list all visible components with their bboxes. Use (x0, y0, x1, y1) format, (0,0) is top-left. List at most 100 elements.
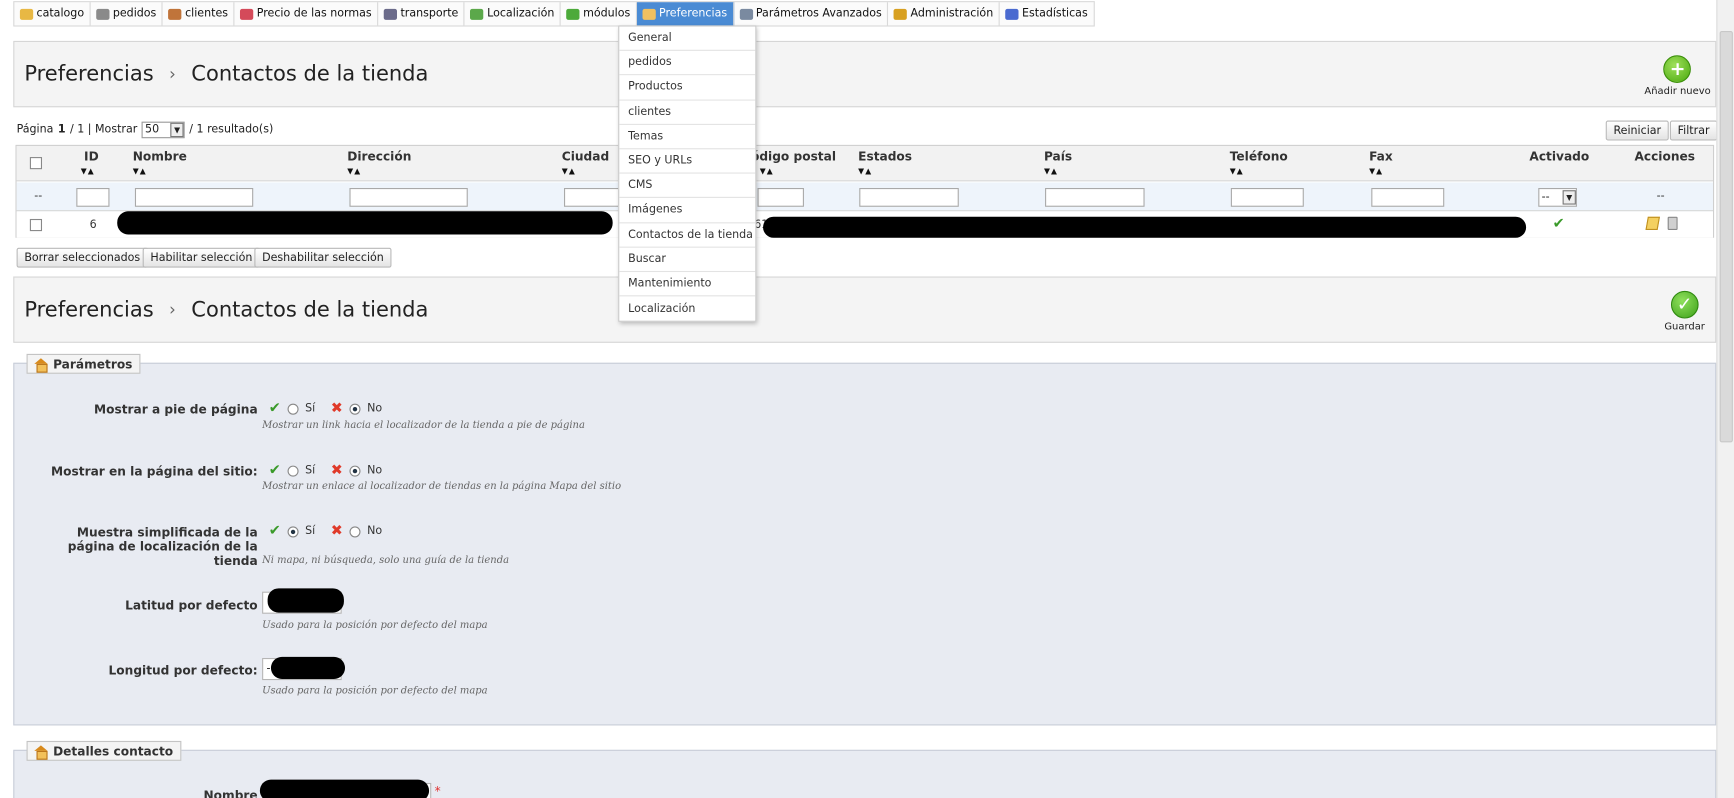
nav-key[interactable]: Administración (888, 2, 1000, 26)
sort-arrows-icon[interactable]: ▼▲ (81, 167, 95, 176)
dropdown-item[interactable]: clientes (619, 100, 756, 125)
disable-selection-button[interactable]: Deshabilitar selección (254, 247, 392, 268)
filter-telefono-input[interactable] (1230, 187, 1304, 207)
dropdown-item[interactable]: CMS (619, 174, 756, 199)
filter-activado-select[interactable]: -- ▼ (1538, 187, 1577, 207)
sort-arrows-icon[interactable]: ▼▲ (1369, 167, 1383, 176)
preferences-icon (642, 8, 656, 20)
home-icon (34, 744, 48, 760)
plus-icon: + (1663, 55, 1692, 83)
save-button[interactable]: ✓ Guardar (1664, 290, 1705, 333)
dropdown-item[interactable]: Buscar (619, 247, 756, 272)
longitude-hint: Usado para la posición por defecto del m… (262, 685, 488, 697)
dropdown-item[interactable]: Temas (619, 125, 756, 150)
nav-label: Estadísticas (1021, 7, 1088, 20)
breadcrumb-preferencias[interactable]: Preferencias (24, 297, 153, 321)
nav-wrench[interactable]: Parámetros Avanzados (734, 2, 889, 26)
per-page-select[interactable]: 50 ▼ (141, 121, 185, 139)
breadcrumb: Preferencias › Contactos de la tienda (24, 297, 428, 321)
contact-details-legend: Detalles contacto (26, 740, 181, 761)
per-page-value: 50 (145, 123, 160, 137)
latitude-hint: Usado para la posición por defecto del m… (262, 620, 488, 632)
nav-user[interactable]: clientes (163, 2, 235, 26)
footer-link-no-radio[interactable] (349, 403, 361, 415)
results-count: / 1 resultado(s) (189, 123, 274, 137)
col-direccion[interactable]: Dirección (347, 149, 411, 163)
row-id: 6 (89, 218, 97, 232)
col-fax[interactable]: Fax (1369, 149, 1393, 163)
nav-puzzle[interactable]: módulos (561, 2, 637, 26)
sort-arrows-icon[interactable]: ▼▲ (133, 167, 147, 176)
nav-price-tag[interactable]: Precio de las normas (235, 2, 379, 26)
footer-link-yes-radio[interactable] (287, 403, 299, 415)
select-all-checkbox[interactable] (29, 157, 43, 170)
col-telefono[interactable]: Teléfono (1230, 149, 1288, 163)
breadcrumb-preferencias[interactable]: Preferencias (24, 62, 153, 86)
col-nombre[interactable]: Nombre (133, 149, 187, 163)
filter-fax-input[interactable] (1371, 187, 1445, 207)
col-id[interactable]: ID (84, 149, 99, 163)
sort-arrows-icon[interactable]: ▼▲ (1230, 167, 1244, 176)
sort-arrows-icon[interactable]: ▼▲ (760, 167, 774, 176)
no-cross-icon: ✖ (330, 523, 343, 540)
col-estados[interactable]: Estados (858, 149, 912, 163)
folder-icon (19, 8, 34, 20)
dropdown-item[interactable]: Mantenimiento (619, 272, 756, 297)
sort-arrows-icon[interactable]: ▼▲ (562, 167, 576, 176)
filter-nombre-input[interactable] (134, 187, 254, 207)
user-icon (168, 8, 182, 20)
sort-arrows-icon[interactable]: ▼▲ (1044, 167, 1058, 176)
dropdown-item[interactable]: Imágenes (619, 198, 756, 223)
nav-label: transporte (400, 7, 459, 20)
sitemap-link-yes-radio[interactable] (287, 465, 299, 477)
filter-ciudad-input[interactable] (563, 187, 620, 207)
dropdown-item[interactable]: Contactos de la tienda (619, 223, 756, 248)
vertical-scrollbar[interactable] (1716, 0, 1734, 798)
scrollbar-thumb[interactable] (1719, 30, 1733, 443)
simplified-store-no-radio[interactable] (349, 525, 361, 537)
nav-globe[interactable]: Localización (465, 2, 561, 26)
filter-direccion-input[interactable] (349, 187, 468, 207)
enable-selection-button[interactable]: Habilitar selección (142, 247, 261, 268)
filter-estados-input[interactable] (859, 187, 959, 207)
row-checkbox[interactable] (29, 218, 43, 232)
sort-arrows-icon[interactable]: ▼▲ (347, 167, 361, 176)
enabled-check-icon[interactable]: ✔ (1553, 216, 1565, 233)
filter-id-input[interactable] (76, 187, 110, 207)
yes-check-icon: ✔ (268, 523, 281, 540)
redacted-block (259, 779, 430, 798)
filter-pais-input[interactable] (1045, 187, 1145, 207)
wrench-icon (739, 8, 753, 20)
sitemap-link-no-radio[interactable] (349, 465, 361, 477)
simplified-store-label: Muestra simplificada de la página de loc… (67, 525, 258, 569)
nav-bar-chart[interactable]: Estadísticas (1000, 2, 1093, 25)
dropdown-item[interactable]: SEO y URLs (619, 149, 756, 174)
dropdown-item[interactable]: pedidos (619, 51, 756, 76)
sort-arrows-icon[interactable]: ▼▲ (858, 167, 872, 176)
col-ciudad[interactable]: Ciudad (562, 149, 609, 163)
simplified-store-yes-radio[interactable] (287, 525, 299, 537)
nav-truck[interactable]: transporte (378, 2, 465, 26)
key-icon (893, 8, 908, 20)
simplified-store-options: ✔ Sí ✖ No (269, 523, 382, 540)
params-legend-label: Parámetros (53, 356, 133, 372)
nav-cart[interactable]: pedidos (91, 2, 163, 26)
reset-button[interactable]: Reiniciar (1605, 120, 1669, 141)
dropdown-item[interactable]: General (619, 27, 756, 52)
longitude-label: Longitud por defecto: (108, 663, 258, 678)
add-new-button[interactable]: + Añadir nuevo (1644, 55, 1711, 97)
col-pais[interactable]: País (1044, 149, 1072, 163)
filter-codigo-postal-input[interactable] (757, 187, 804, 207)
dropdown-item[interactable]: Productos (619, 76, 756, 101)
delete-icon[interactable] (1667, 216, 1678, 231)
longitude-prefix: - (266, 662, 271, 675)
delete-selected-button[interactable]: Borrar seleccionados (16, 247, 148, 268)
nav-preferences[interactable]: Preferencias (636, 2, 734, 26)
filter-button[interactable]: Filtrar (1669, 120, 1718, 141)
contact-name-label: Nombre (203, 788, 258, 798)
nav-folder[interactable]: catalogo (14, 2, 91, 26)
dropdown-item[interactable]: Localización (619, 296, 755, 321)
list-toolbar: Preferencias › Contactos de la tienda + … (13, 40, 1717, 108)
edit-icon[interactable] (1645, 216, 1660, 231)
latitude-label: Latitud por defecto (125, 598, 258, 613)
